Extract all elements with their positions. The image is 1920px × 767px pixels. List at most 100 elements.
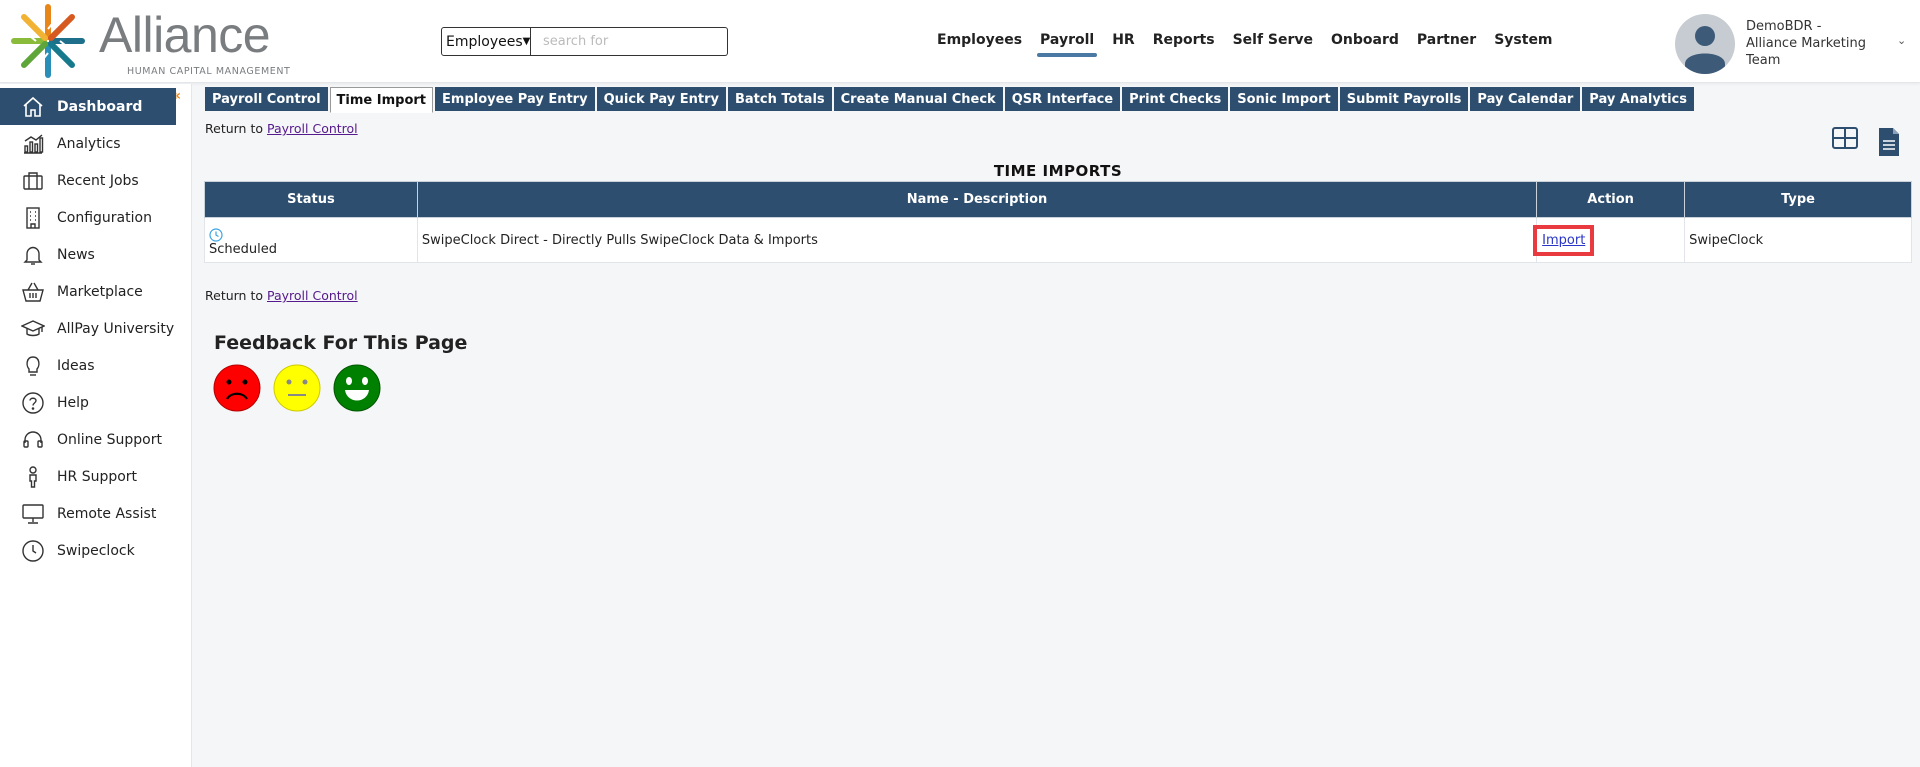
feedback-title: Feedback For This Page [214, 332, 468, 354]
sidebar-item-label: Recent Jobs [57, 172, 139, 189]
search-scope-select[interactable]: Employees ▼ [441, 27, 531, 56]
sidebar-item-label: HR Support [57, 468, 138, 485]
grid-view-icon[interactable] [1832, 127, 1858, 149]
document-view-icon[interactable] [1878, 127, 1900, 157]
sidebar-item-label: Swipeclock [57, 542, 135, 559]
payroll-control-link[interactable]: Payroll Control [267, 121, 358, 136]
headset-icon [20, 427, 46, 453]
sidebar-item-remote-assist[interactable]: Remote Assist [0, 495, 192, 532]
sidebar-item-label: Online Support [57, 431, 162, 448]
sidebar-item-label: News [57, 246, 95, 263]
time-imports-table: Status Name - Description Action Type Sc… [204, 181, 1912, 263]
tab-employee-pay-entry[interactable]: Employee Pay Entry [435, 87, 595, 111]
tab-pay-calendar[interactable]: Pay Calendar [1470, 87, 1581, 111]
bell-icon [20, 242, 46, 268]
status-text: Scheduled [209, 241, 277, 257]
sidebar-item-online-support[interactable]: Online Support [0, 421, 192, 458]
sidebar-item-label: AllPay University [57, 320, 175, 337]
name-description-cell: SwipeClock Direct - Directly Pulls Swipe… [416, 217, 1538, 263]
graduation-cap-icon [20, 316, 46, 342]
sidebar-item-configuration[interactable]: Configuration [0, 199, 192, 236]
topnav-partner[interactable]: Partner [1408, 30, 1485, 50]
column-header-type[interactable]: Type [1684, 181, 1912, 218]
topnav-reports[interactable]: Reports [1144, 30, 1224, 50]
status-cell: Scheduled [204, 217, 418, 263]
payroll-tabs: Payroll Control Time Import Employee Pay… [205, 87, 1694, 113]
sidebar-item-analytics[interactable]: Analytics [0, 125, 192, 162]
column-header-name[interactable]: Name - Description [416, 181, 1538, 218]
sidebar-item-label: Dashboard [57, 98, 143, 115]
topnav-payroll[interactable]: Payroll [1031, 30, 1103, 57]
tab-time-import[interactable]: Time Import [329, 87, 434, 113]
analytics-icon [20, 131, 46, 157]
alliance-logo-icon [11, 4, 85, 78]
basket-icon [20, 279, 46, 305]
sidebar-item-news[interactable]: News [0, 236, 192, 273]
payroll-control-link[interactable]: Payroll Control [267, 288, 358, 303]
sidebar-item-help[interactable]: Help [0, 384, 192, 421]
topnav-system[interactable]: System [1485, 30, 1561, 50]
briefcase-icon [20, 168, 46, 194]
person-icon [20, 464, 46, 490]
lightbulb-icon [20, 353, 46, 379]
sidebar-item-marketplace[interactable]: Marketplace [0, 273, 192, 310]
question-icon [20, 390, 46, 416]
top-nav: Employees Payroll HR Reports Self Serve … [928, 30, 1562, 57]
sidebar: « Dashboard Analytics Recent Jobs Config… [0, 84, 192, 767]
sidebar-item-label: Remote Assist [57, 505, 157, 522]
return-prefix: Return to [205, 121, 264, 136]
import-highlight: Import [1533, 224, 1595, 256]
sidebar-item-dashboard[interactable]: Dashboard [0, 88, 176, 125]
sidebar-item-recent-jobs[interactable]: Recent Jobs [0, 162, 192, 199]
happy-face-icon[interactable] [333, 364, 381, 412]
brand-name: Alliance [99, 7, 271, 63]
neutral-face-icon[interactable] [273, 364, 321, 412]
import-link[interactable]: Import [1542, 233, 1585, 248]
building-icon [20, 205, 46, 231]
sidebar-item-label: Analytics [57, 135, 121, 152]
topnav-self-serve[interactable]: Self Serve [1224, 30, 1322, 50]
column-header-action[interactable]: Action [1536, 181, 1686, 218]
user-menu[interactable]: DemoBDR - Alliance Marketing Team ⌄ [1675, 14, 1915, 74]
tab-pay-analytics[interactable]: Pay Analytics [1582, 87, 1694, 111]
sidebar-item-label: Help [57, 394, 89, 411]
tab-qsr-interface[interactable]: QSR Interface [1004, 87, 1121, 111]
tab-batch-totals[interactable]: Batch Totals [728, 87, 832, 111]
tab-print-checks[interactable]: Print Checks [1122, 87, 1229, 111]
search-input[interactable] [531, 27, 728, 56]
table-row: Scheduled SwipeClock Direct - Directly P… [204, 217, 1912, 263]
action-cell: Import [1533, 217, 1686, 263]
sidebar-item-allpay-university[interactable]: AllPay University [0, 310, 192, 347]
tab-quick-pay-entry[interactable]: Quick Pay Entry [596, 87, 726, 111]
sidebar-item-swipeclock[interactable]: Swipeclock [0, 532, 192, 569]
sidebar-item-label: Configuration [57, 209, 152, 226]
feedback-faces [213, 364, 381, 412]
tab-create-manual-check[interactable]: Create Manual Check [833, 87, 1003, 111]
table-header-row: Status Name - Description Action Type [204, 181, 1912, 218]
user-silhouette-icon [1685, 26, 1725, 74]
tab-sonic-import[interactable]: Sonic Import [1230, 87, 1338, 111]
sidebar-item-label: Ideas [57, 357, 95, 374]
clock-icon [20, 538, 46, 564]
column-header-status[interactable]: Status [204, 181, 418, 218]
topnav-hr[interactable]: HR [1103, 30, 1144, 50]
monitor-icon [20, 501, 46, 527]
return-prefix: Return to [205, 288, 264, 303]
return-to-payroll-top: Return to Payroll Control [205, 121, 358, 136]
sad-face-icon[interactable] [213, 364, 261, 412]
tab-payroll-control[interactable]: Payroll Control [205, 87, 328, 111]
brand-tagline: HUMAN CAPITAL MANAGEMENT [127, 66, 291, 77]
global-search: Employees ▼ [441, 27, 728, 56]
chevron-down-icon[interactable]: ⌄ [1897, 34, 1906, 47]
home-icon [20, 94, 46, 120]
return-to-payroll-bottom: Return to Payroll Control [205, 288, 358, 303]
topnav-employees[interactable]: Employees [928, 30, 1031, 50]
section-title: TIME IMPORTS [993, 162, 1123, 180]
scheduled-clock-icon [209, 227, 223, 242]
topnav-onboard[interactable]: Onboard [1322, 30, 1408, 50]
tab-submit-payrolls[interactable]: Submit Payrolls [1339, 87, 1469, 111]
brand-logo[interactable]: Alliance HUMAN CAPITAL MANAGEMENT [8, 2, 290, 80]
sidebar-item-ideas[interactable]: Ideas [0, 347, 192, 384]
sidebar-item-hr-support[interactable]: HR Support [0, 458, 192, 495]
view-toggle [1832, 127, 1900, 157]
